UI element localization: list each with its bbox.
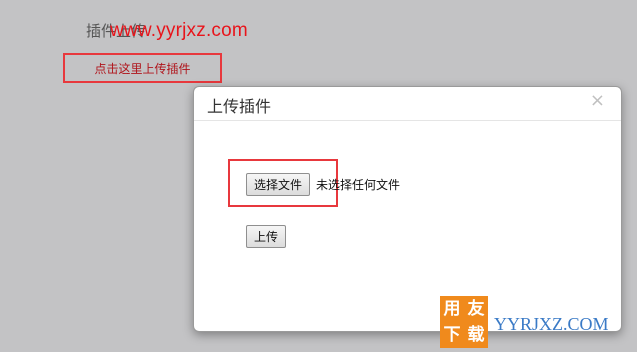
dialog-title: 上传插件 [207,97,272,116]
file-input-row: 选择文件 未选择任何文件 [246,173,400,196]
logo-char: 用 [443,299,461,319]
file-status-text: 未选择任何文件 [316,178,401,192]
logo-char: 友 [467,299,485,319]
site-logo-badge: 用 友 下 载 [440,296,488,348]
upload-plugin-link[interactable]: 点击这里上传插件 [63,53,222,83]
dialog-header: 上传插件 × [194,87,621,121]
site-brand-text: YYRJXZ.COM [494,314,609,334]
upload-plugin-dialog: 上传插件 × 选择文件 未选择任何文件 上传 [193,86,622,332]
logo-char: 下 [443,325,461,345]
choose-file-button[interactable]: 选择文件 [246,173,311,196]
upload-button[interactable]: 上传 [246,225,287,248]
watermark-url: www.yyrjxz.com [110,20,248,41]
logo-char: 载 [467,325,485,345]
close-icon[interactable]: × [590,90,605,111]
